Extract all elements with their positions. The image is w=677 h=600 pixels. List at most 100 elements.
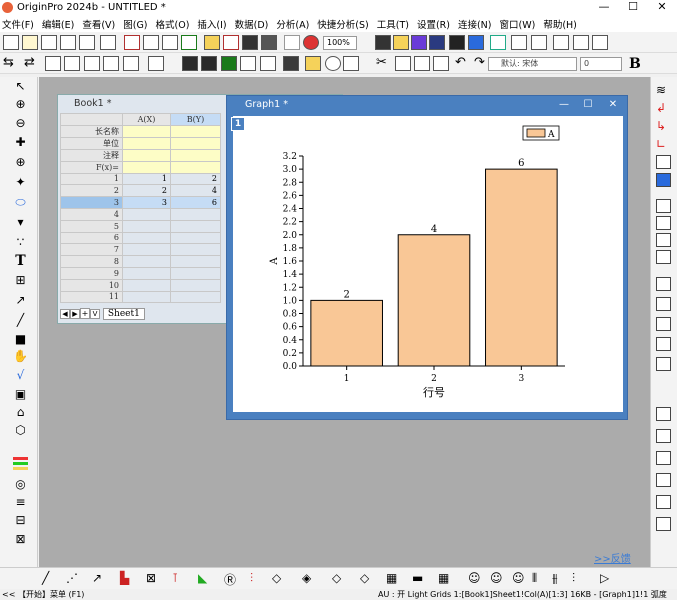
layer-2-icon[interactable]	[656, 216, 671, 230]
data-cell[interactable]	[170, 231, 221, 245]
screen-reader-icon[interactable]: ✦	[13, 175, 28, 190]
graph-window[interactable]: Graph1 * — ☐ ✕ 0.0 0.2 0.4 0.6 0.8 1.0 1.2 1.4 1…	[226, 95, 628, 420]
add-sheet-icon[interactable]: +	[80, 308, 90, 319]
data-cell[interactable]	[170, 219, 221, 233]
duplicate-icon[interactable]	[411, 35, 427, 50]
row-number[interactable]: 5	[60, 219, 123, 233]
menu-file[interactable]: 文件(F)	[2, 17, 34, 31]
data-selector-icon[interactable]: ▾	[13, 215, 28, 230]
new-graph-icon[interactable]	[41, 35, 57, 50]
graph-page[interactable]: 0.0 0.2 0.4 0.6 0.8 1.0 1.2 1.4 1.6 1.8 2.0 2.2 2.4 2…	[233, 116, 623, 412]
insert-table-icon[interactable]: ⊞	[13, 273, 28, 288]
menu-data[interactable]: 数据(D)	[235, 17, 269, 31]
smile-1-icon[interactable]: ☺	[468, 571, 481, 587]
menu-view[interactable]: 查看(V)	[82, 17, 115, 31]
stop-icon[interactable]	[303, 35, 319, 50]
new-workbook-icon[interactable]	[22, 35, 38, 50]
layout-icon[interactable]	[553, 35, 569, 50]
font-name-select[interactable]: 默认: 宋体	[488, 57, 577, 71]
zoom-out-icon[interactable]: ⊖	[13, 116, 28, 131]
import-icon[interactable]	[124, 35, 140, 50]
menu-edit[interactable]: 编辑(E)	[42, 17, 74, 31]
arrange-2-icon[interactable]	[656, 429, 671, 443]
bar-trend-icon[interactable]: ⫴	[532, 571, 537, 587]
status-left[interactable]: << 【开始】菜单 (F1)	[2, 589, 84, 600]
data-cell[interactable]: 1	[122, 172, 171, 186]
print-icon[interactable]	[375, 35, 391, 50]
reader-icon[interactable]	[325, 56, 341, 71]
data-cell[interactable]	[122, 243, 171, 257]
undo-icon[interactable]: ↶	[455, 56, 471, 71]
data-cell[interactable]	[122, 255, 171, 268]
line-symbol-plot-icon[interactable]: ↗	[92, 571, 102, 587]
paste-icon[interactable]	[414, 56, 430, 71]
cloud-icon[interactable]	[223, 35, 239, 50]
bar-trend-3-icon[interactable]: ⫶	[572, 571, 575, 587]
import-wizard-icon[interactable]	[181, 35, 197, 50]
close-button[interactable]: ✕	[648, 0, 676, 15]
shift-icon[interactable]: ⇄	[24, 56, 40, 71]
menu-analysis[interactable]: 分析(A)	[276, 17, 309, 31]
axis-y-icon[interactable]: ∟	[656, 137, 671, 151]
zoom-select[interactable]: 100%	[323, 36, 357, 50]
arrange-5-icon[interactable]	[656, 495, 671, 509]
data-cell[interactable]: 6	[170, 196, 221, 209]
template-icon[interactable]: ▦	[438, 571, 449, 587]
layer-1-icon[interactable]	[656, 199, 671, 213]
line-tool-icon[interactable]: ╱	[13, 313, 28, 328]
menu-format[interactable]: 格式(O)	[156, 17, 190, 31]
row-number[interactable]: 11	[60, 290, 123, 304]
pin-icon[interactable]	[123, 56, 139, 71]
import-excel-icon[interactable]	[162, 35, 178, 50]
column-plot-icon[interactable]: ▙	[120, 571, 129, 587]
graph-titlebar[interactable]: Graph1 * — ☐ ✕	[227, 96, 627, 114]
apps-icon[interactable]	[490, 35, 506, 50]
mask-icon[interactable]: ∵	[13, 235, 28, 250]
row-number[interactable]: 4	[60, 207, 123, 221]
move-right-icon[interactable]	[103, 56, 119, 71]
recalculate-icon[interactable]	[284, 35, 300, 50]
line-plot-icon[interactable]: ╱	[42, 571, 49, 587]
copy-icon[interactable]	[395, 56, 411, 71]
row-number[interactable]: 9	[60, 266, 123, 280]
more-plots-icon[interactable]: ▷	[600, 571, 609, 587]
lock-icon[interactable]: ⌂	[13, 405, 28, 420]
polar-plot-icon[interactable]: Ⓡ	[224, 571, 236, 587]
insert-graph-icon[interactable]: ▣	[13, 387, 28, 402]
maximize-button[interactable]: ☐	[619, 0, 647, 15]
save-icon[interactable]	[242, 35, 258, 50]
statistics-plot-icon[interactable]: ⊠	[146, 571, 156, 587]
set-values-icon[interactable]	[182, 56, 198, 71]
data-cell[interactable]: 3	[122, 196, 171, 209]
menu-tools[interactable]: 工具(T)	[377, 17, 409, 31]
arrange-3-icon[interactable]	[656, 451, 671, 465]
menu-settings[interactable]: 设置(R)	[417, 17, 450, 31]
slide-show-icon[interactable]	[393, 35, 409, 50]
axis-icon[interactable]: ↲	[656, 101, 671, 115]
project-explorer-icon[interactable]	[468, 35, 484, 50]
label-cell[interactable]	[122, 124, 171, 138]
row-number[interactable]: 1	[60, 172, 123, 186]
frame-4-icon[interactable]	[656, 337, 671, 351]
data-cell[interactable]	[170, 243, 221, 257]
data-cell[interactable]	[122, 290, 171, 304]
save-template-icon[interactable]	[261, 35, 277, 50]
legend-icon[interactable]	[656, 173, 671, 187]
feedback-link[interactable]: >>反馈	[594, 550, 631, 565]
set-xy-icon[interactable]	[64, 56, 80, 71]
label-cell[interactable]	[122, 148, 171, 162]
paste-link-icon[interactable]	[433, 56, 449, 71]
new-function-icon[interactable]	[79, 35, 95, 50]
data-cell[interactable]	[122, 266, 171, 280]
bar-chart[interactable]: 0.0 0.2 0.4 0.6 0.8 1.0 1.2 1.4 1.6 1.8 2.0 2.2 2.4 2…	[233, 116, 623, 412]
arrange-4-icon[interactable]	[656, 473, 671, 487]
results-log-icon[interactable]	[449, 35, 465, 50]
box-plot-icon[interactable]: ⊺	[172, 571, 178, 587]
cut-icon[interactable]: ✂	[376, 56, 392, 71]
data-cell[interactable]	[122, 278, 171, 292]
row-number[interactable]: 6	[60, 231, 123, 245]
find-icon[interactable]	[511, 35, 527, 50]
region-select-icon[interactable]: ⬭	[13, 195, 28, 210]
row-numbers-icon[interactable]	[201, 56, 217, 71]
data-filter-icon[interactable]	[305, 56, 321, 71]
